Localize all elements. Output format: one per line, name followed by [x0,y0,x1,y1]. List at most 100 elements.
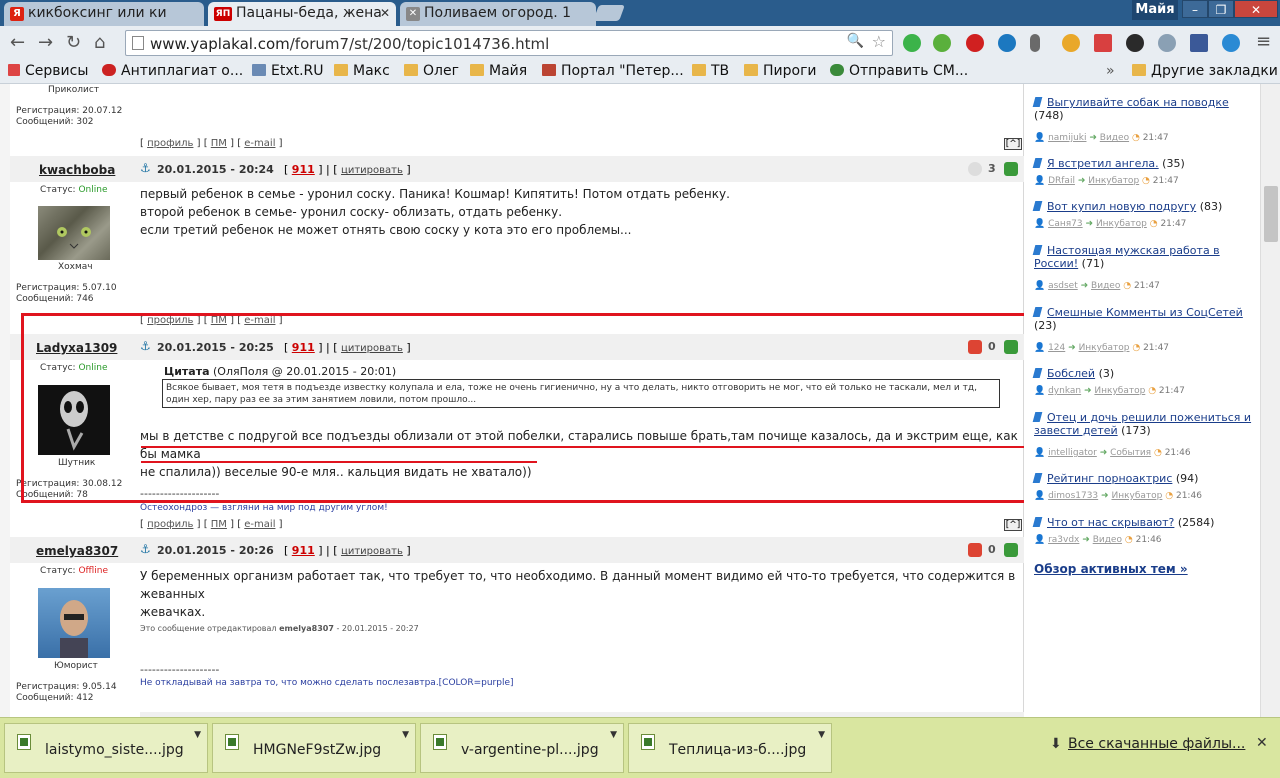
bookmark-folder-pirogi[interactable]: Пироги [744,63,817,79]
quote-link[interactable]: цитировать [341,546,403,557]
forward-arrow-icon[interactable]: → [38,32,53,53]
vote-up-icon[interactable] [1004,162,1018,176]
anchor-icon[interactable]: ⚓ [140,542,151,556]
bookmark-folder-maks[interactable]: Макс [334,63,390,79]
quote-link[interactable]: цитировать [341,165,403,176]
star-icon[interactable]: ☆ [872,32,886,51]
vote-down-icon[interactable] [968,543,982,557]
download-item[interactable]: laistymo_siste....jpg ▼ [4,723,208,773]
restore-button[interactable]: ❐ [1208,0,1234,18]
topic-section[interactable]: Инкубатор [1094,386,1145,396]
extension-icon[interactable] [1126,34,1144,52]
bookmark-folder-oleg[interactable]: Олег [404,63,459,79]
topic-section[interactable]: Видео [1091,281,1120,291]
profile-link[interactable]: профиль [147,138,193,149]
extension-icon[interactable] [1062,34,1080,52]
download-item[interactable]: HMGNeF9stZw.jpg ▼ [212,723,416,773]
email-link[interactable]: e-mail [244,519,275,530]
bookmark-apps[interactable]: Сервисы [8,63,88,79]
scroll-up-button[interactable]: [^] [1004,138,1022,150]
extension-icon[interactable] [1222,34,1240,52]
scroll-up-button[interactable]: [^] [1004,519,1022,531]
topic-section[interactable]: Инкубатор [1088,176,1139,186]
close-tab-icon[interactable]: ✕ [380,6,390,20]
topic-author[interactable]: 124 [1048,343,1065,353]
post-number[interactable]: 911 [292,163,315,176]
avatar[interactable] [38,588,110,658]
extension-icon[interactable] [1158,34,1176,52]
topic-author[interactable]: namijuki [1048,133,1086,143]
bookmark-folder-tv[interactable]: ТВ [692,63,729,79]
zoom-icon[interactable]: 🔍 [847,33,864,49]
profile-button[interactable]: Майя [1132,0,1178,20]
tab-garden[interactable]: ✕ Поливаем огород. 1 [400,2,596,26]
topic-author[interactable]: dynkan [1048,386,1081,396]
active-topics-overview-link[interactable]: Обзор активных тем » [1034,562,1188,576]
extension-icon[interactable] [1094,34,1112,52]
topic-author[interactable]: DRfail [1048,176,1075,186]
topic-author[interactable]: dimos1733 [1048,491,1098,501]
facebook-icon[interactable] [1190,34,1208,52]
chevron-down-icon[interactable]: ▼ [818,730,825,740]
chevron-down-icon[interactable]: ▼ [194,730,201,740]
new-tab-button[interactable] [593,5,625,21]
chevron-down-icon[interactable]: ▼ [610,730,617,740]
avatar[interactable] [38,206,110,260]
topic-link[interactable]: Смешные Комменты из СоцСетей [1047,306,1243,319]
close-window-button[interactable]: ✕ [1234,0,1278,18]
topic-section[interactable]: Видео [1100,133,1129,143]
vote-up-icon[interactable] [1004,543,1018,557]
topic-section[interactable]: Инкубатор [1111,491,1162,501]
topic-author[interactable]: intelligator [1048,448,1097,458]
home-icon[interactable]: ⌂ [94,32,105,53]
post-username[interactable]: kwachboba [39,163,115,177]
topic-author[interactable]: Саня73 [1048,219,1083,229]
bookmark-antiplagiat[interactable]: Антиплагиат о... [102,63,243,79]
topic-author[interactable]: asdset [1048,281,1078,291]
back-arrow-icon[interactable]: ← [10,32,25,53]
download-item[interactable]: Теплица-из-б....jpg ▼ [628,723,832,773]
chevron-down-icon[interactable]: ▼ [402,730,409,740]
topic-link[interactable]: Что от нас скрывают? [1047,516,1174,529]
extension-icon[interactable] [998,34,1016,52]
topic-link[interactable]: Рейтинг порноактрис [1047,472,1172,485]
bookmarks-overflow[interactable]: » [1106,63,1115,79]
topic-author[interactable]: ra3vdx [1048,535,1079,545]
download-item[interactable]: v-argentine-pl....jpg ▼ [420,723,624,773]
profile-link[interactable]: профиль [147,519,193,530]
topic-link[interactable]: Вот купил новую подругу [1047,200,1196,213]
post-number[interactable]: 911 [292,544,315,557]
topic-link[interactable]: Я встретил ангела. [1047,157,1159,170]
topic-link[interactable]: Выгуливайте собак на поводке [1047,96,1229,109]
topic-link[interactable]: Настоящая мужская работа в России! [1034,244,1220,270]
vote-down-icon[interactable] [968,162,982,176]
menu-icon[interactable]: ≡ [1256,31,1271,52]
bookmark-etxt[interactable]: Etxt.RU [252,63,324,79]
tab-kickboxing[interactable]: Я кикбоксинг или ки [4,2,204,26]
email-link[interactable]: e-mail [244,138,275,149]
address-bar[interactable]: www.yaplakal.com/forum7/st/200/topic1014… [125,30,893,56]
topic-section[interactable]: События [1110,448,1151,458]
reload-icon[interactable]: ↻ [66,32,81,53]
close-downloads-icon[interactable]: ✕ [1256,735,1268,751]
minimize-button[interactable]: – [1182,0,1208,18]
scrollbar[interactable] [1260,84,1280,717]
topic-link[interactable]: Бобслей [1047,367,1095,380]
bookmark-portal[interactable]: Портал "Петер... [542,63,684,79]
bookmark-folder-other[interactable]: Другие закладки [1132,63,1278,79]
extension-icon[interactable] [933,34,951,52]
bookmark-folder-maya[interactable]: Майя [470,63,527,79]
topic-section[interactable]: Инкубатор [1079,343,1130,353]
topic-section[interactable]: Инкубатор [1096,219,1147,229]
topic-section[interactable]: Видео [1093,535,1122,545]
anchor-icon[interactable]: ⚓ [140,161,151,175]
tab-yaplakal[interactable]: ЯП Пацаны-беда, жена ✕ [208,2,396,26]
scrollbar-thumb[interactable] [1264,186,1278,242]
all-downloads-link[interactable]: Все скачанные файлы... [1068,736,1245,752]
extension-icon[interactable] [966,34,984,52]
pm-link[interactable]: ПМ [211,138,227,149]
bookmark-sms[interactable]: Отправить СМ... [830,63,968,79]
pm-link[interactable]: ПМ [211,519,227,530]
extension-icon[interactable] [903,34,921,52]
post-username[interactable]: emelya8307 [36,544,118,558]
